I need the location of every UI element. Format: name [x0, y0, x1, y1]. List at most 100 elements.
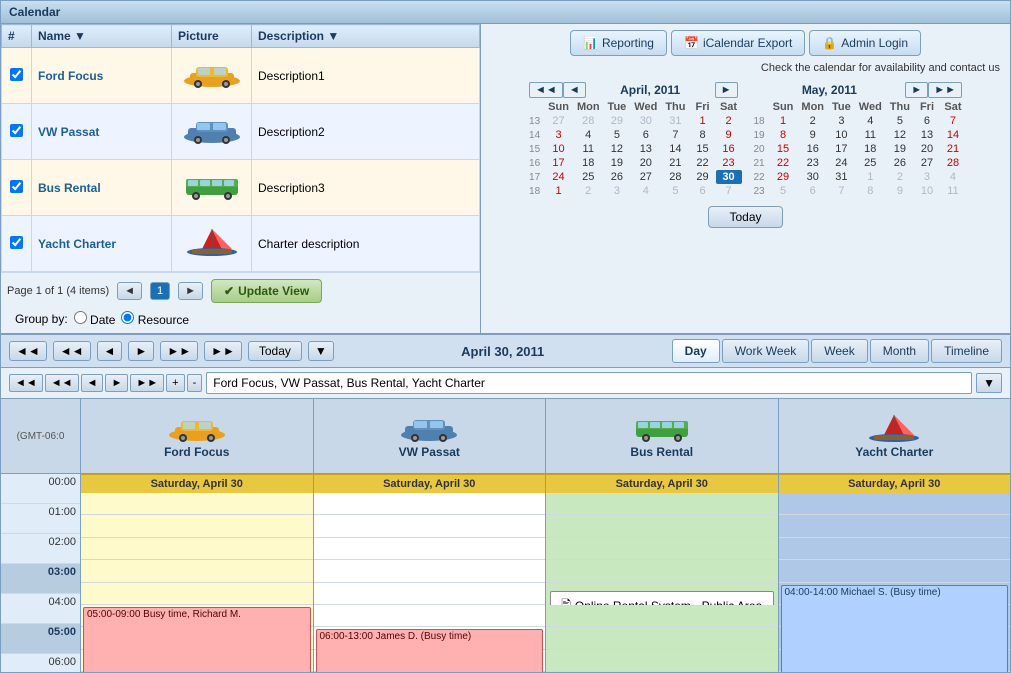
cal-day[interactable]: 6 [914, 114, 940, 128]
cal-day[interactable]: 7 [940, 114, 966, 128]
cal-day[interactable]: 20 [914, 142, 940, 156]
cal-day[interactable]: 30 [797, 170, 828, 184]
cal-day[interactable]: 10 [914, 184, 940, 198]
cal-day[interactable]: 8 [690, 128, 716, 142]
cal-day[interactable]: 12 [604, 142, 631, 156]
item-checkbox[interactable] [10, 180, 23, 193]
cal-day[interactable]: 18 [573, 156, 604, 170]
cal-day[interactable]: 4 [630, 184, 661, 198]
tab-day[interactable]: Day [672, 339, 720, 363]
ford-focus-event[interactable]: 05:00-09:00 Busy time, Richard M. [83, 607, 311, 672]
cal-day[interactable]: 25 [855, 156, 886, 170]
resource-cell[interactable] [314, 605, 546, 627]
cal-day[interactable]: 6 [690, 184, 716, 198]
cal-day[interactable]: 28 [661, 170, 689, 184]
cal-day[interactable]: 5 [661, 184, 689, 198]
cal-day[interactable]: 29 [769, 170, 798, 184]
may-next-btn[interactable]: ► [905, 82, 928, 98]
update-view-btn[interactable]: ✔ Update View [211, 279, 322, 303]
cal-day[interactable]: 25 [573, 170, 604, 184]
filter-prev2-btn[interactable]: ◄ [81, 374, 104, 392]
cal-day[interactable]: 1 [769, 114, 798, 128]
resource-cell[interactable] [546, 560, 778, 582]
item-checkbox[interactable] [10, 236, 23, 249]
cal-day[interactable]: 31 [661, 114, 689, 128]
prev-page-btn[interactable]: ◄ [117, 282, 142, 300]
cal-day[interactable]: 1 [690, 114, 716, 128]
checkbox-cell[interactable] [2, 104, 32, 160]
cal-day[interactable]: 15 [769, 142, 798, 156]
cal-day[interactable]: 14 [661, 142, 689, 156]
today-nav-btn[interactable]: Today [248, 341, 302, 361]
cal-day[interactable]: 7 [716, 184, 742, 198]
cal-day[interactable]: 29 [690, 170, 716, 184]
cal-day[interactable]: 3 [544, 128, 573, 142]
cal-day[interactable]: 22 [769, 156, 798, 170]
tab-week[interactable]: Week [811, 339, 867, 363]
april-next-btn[interactable]: ► [715, 82, 738, 98]
resource-cell[interactable] [779, 560, 1011, 582]
resource-cell[interactable] [314, 493, 546, 515]
resource-cell[interactable] [779, 493, 1011, 515]
item-checkbox[interactable] [10, 124, 23, 137]
cal-day[interactable]: 23 [797, 156, 828, 170]
resource-cell[interactable] [81, 560, 313, 582]
checkbox-cell[interactable] [2, 216, 32, 272]
cal-day[interactable]: 5 [604, 128, 631, 142]
resource-cell[interactable] [81, 583, 313, 605]
yacht-charter-event[interactable]: 04:00-14:00 Michael S. (Busy time) [781, 585, 1009, 673]
cal-day[interactable]: 16 [716, 142, 742, 156]
cal-day[interactable]: 4 [573, 128, 604, 142]
resource-cell[interactable] [546, 650, 778, 672]
cal-day[interactable]: 3 [914, 170, 940, 184]
cal-day[interactable]: 7 [828, 184, 855, 198]
cal-day[interactable]: 6 [630, 128, 661, 142]
cal-day[interactable]: 3 [604, 184, 631, 198]
cal-day[interactable]: 27 [544, 114, 573, 128]
cal-day[interactable]: 5 [769, 184, 798, 198]
cal-day[interactable]: 3 [828, 114, 855, 128]
cal-day[interactable]: 21 [940, 142, 966, 156]
cal-day[interactable]: 30 [630, 114, 661, 128]
today-dropdown-btn[interactable]: ▼ [308, 341, 334, 361]
cal-day[interactable]: 26 [886, 156, 914, 170]
filter-dropdown-btn[interactable]: ▼ [976, 373, 1002, 393]
cal-day[interactable]: 5 [886, 114, 914, 128]
cal-day[interactable]: 13 [630, 142, 661, 156]
april-prev2-btn[interactable]: ◄ [563, 82, 586, 98]
cal-day[interactable]: 27 [914, 156, 940, 170]
resource-cell[interactable] [546, 627, 778, 649]
cal-day[interactable]: 28 [940, 156, 966, 170]
resource-cell[interactable] [81, 493, 313, 515]
vw-passat-event[interactable]: 06:00-13:00 James D. (Busy time) [316, 629, 544, 672]
group-by-date-radio[interactable] [74, 311, 87, 324]
cal-day[interactable]: 9 [886, 184, 914, 198]
resource-cell[interactable] [314, 560, 546, 582]
next-page-btn[interactable]: ► [178, 282, 203, 300]
cal-day[interactable]: 24 [828, 156, 855, 170]
checkbox-cell[interactable] [2, 48, 32, 104]
filter-resources-input[interactable] [206, 372, 972, 394]
resource-cell-event[interactable]: 05:00-09:00 Busy time, Richard M. [81, 605, 313, 627]
may-next2-btn[interactable]: ►► [928, 82, 962, 98]
cal-day[interactable]: 26 [604, 170, 631, 184]
filter-next2-btn[interactable]: ►► [130, 374, 164, 392]
reporting-btn[interactable]: 📊 Reporting [570, 30, 667, 56]
april-prev-btn[interactable]: ◄◄ [529, 82, 563, 98]
cal-day[interactable]: 23 [716, 156, 742, 170]
cal-day[interactable]: 19 [886, 142, 914, 156]
prev-btn[interactable]: ◄ [97, 341, 123, 361]
cal-day[interactable]: 10 [828, 128, 855, 142]
cal-day[interactable]: 2 [573, 184, 604, 198]
cal-day[interactable]: 12 [886, 128, 914, 142]
resource-cell-event[interactable]: 04:00-14:00 Michael S. (Busy time) [779, 583, 1011, 605]
tab-timeline[interactable]: Timeline [931, 339, 1002, 363]
resource-cell[interactable] [779, 515, 1011, 537]
resource-cell[interactable] [314, 515, 546, 537]
filter-last-btn[interactable]: + [166, 374, 184, 392]
cal-day[interactable]: 2 [886, 170, 914, 184]
cal-day[interactable]: 11 [573, 142, 604, 156]
next-btn[interactable]: ► [128, 341, 154, 361]
cal-day[interactable]: 11 [940, 184, 966, 198]
resource-cell[interactable] [546, 493, 778, 515]
